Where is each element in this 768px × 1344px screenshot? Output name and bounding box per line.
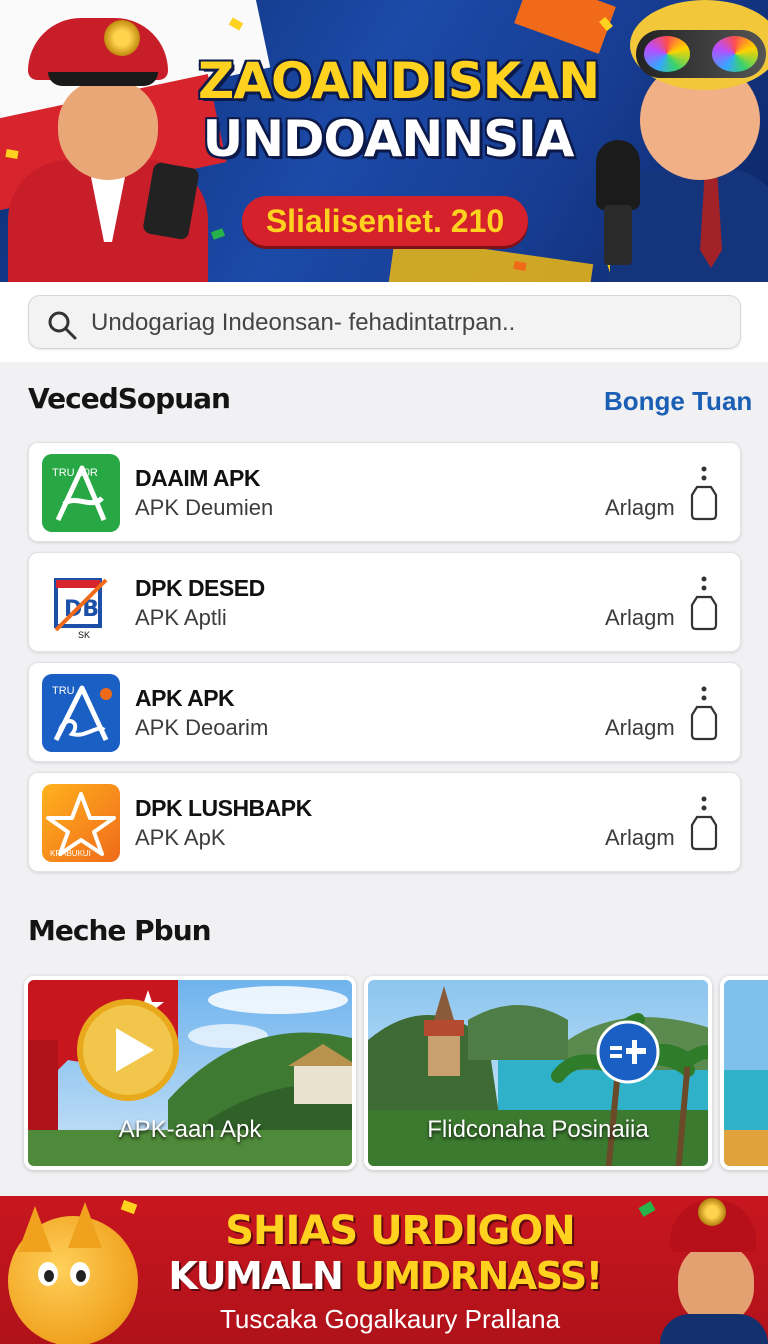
fox-mascot xyxy=(8,1202,138,1344)
app-action-label[interactable]: Arlagm xyxy=(605,825,675,851)
sign-icon[interactable] xyxy=(596,1020,660,1084)
hat-badge-icon xyxy=(698,1198,726,1226)
app-subtitle: APK ApK xyxy=(135,825,226,850)
app-action-label[interactable]: Arlagm xyxy=(605,495,675,521)
presenter-character xyxy=(590,0,768,282)
media-card[interactable] xyxy=(720,976,768,1170)
confetti xyxy=(210,228,226,240)
download-icon[interactable] xyxy=(689,685,719,741)
hero-banner[interactable]: ZAOANDISKAN UNDOANNSIA Slialiseniet. 210 xyxy=(0,0,768,282)
svg-text:TRU: TRU xyxy=(52,685,75,697)
download-icon[interactable] xyxy=(689,795,719,851)
promo-subheadline-part2: UMDRNASS! xyxy=(354,1254,603,1298)
green-a-app-icon: TRU 20R xyxy=(42,454,120,532)
list-item[interactable]: DB SK DPK DESED APK Aptli Arlagm xyxy=(28,552,741,652)
app-name: APK APK xyxy=(135,685,235,711)
media-caption: Flidconaha Posinaiia xyxy=(427,1116,649,1143)
media-card[interactable]: APK-aan Apk xyxy=(24,976,356,1170)
svg-text:KRABUKUI: KRABUKUI xyxy=(50,849,91,858)
cap-badge-icon xyxy=(104,20,140,56)
media-thumbnail xyxy=(724,980,768,1166)
app-name: DAAIM APK xyxy=(135,465,260,491)
promo-headline: SHIAS URDIGON xyxy=(225,1208,576,1254)
svg-text:SK: SK xyxy=(78,630,90,640)
app-subtitle: APK Aptli xyxy=(135,605,227,630)
list-item[interactable]: KRABUKUI DPK LUSHBAPK APK ApK Arlagm xyxy=(28,772,741,872)
play-icon[interactable] xyxy=(76,998,180,1102)
see-all-link[interactable]: Bonge Tuan xyxy=(604,386,752,417)
media-card[interactable]: Flidconaha Posinaiia xyxy=(364,976,712,1170)
app-action-label[interactable]: Arlagm xyxy=(605,715,675,741)
media-section-title: Meche Pbun xyxy=(28,914,212,947)
officer-character xyxy=(8,10,208,282)
star-app-icon: KRABUKUI xyxy=(42,784,120,862)
search-input[interactable] xyxy=(91,304,721,342)
media-caption: APK-aan Apk xyxy=(118,1116,262,1143)
db-app-icon: DB SK xyxy=(42,564,120,642)
app-name: DPK DESED xyxy=(135,575,265,601)
search-icon[interactable] xyxy=(47,310,77,340)
app-name: DPK LUSHBAPK xyxy=(135,795,312,821)
download-icon[interactable] xyxy=(689,575,719,631)
app-subtitle: APK Deoarim xyxy=(135,715,269,740)
list-item[interactable]: TRU APK APK APK Deoarim Arlagm xyxy=(28,662,741,762)
promo-subheadline: KUMALN UMDRNASS! xyxy=(130,1254,640,1298)
confetti xyxy=(638,1201,656,1217)
promo-tagline: Tuscaka Gogalkaury Prallana xyxy=(219,1304,561,1334)
promo-subheadline-part1: KUMALN xyxy=(168,1254,343,1298)
apps-section-title: VecedSopuan xyxy=(28,382,231,415)
goggles-icon xyxy=(636,30,766,78)
hero-title: ZAOANDISKAN UNDOANNSIA xyxy=(198,52,600,168)
list-item[interactable]: TRU 20R DAAIM APK APK Deumien Arlagm xyxy=(28,442,741,542)
app-action-label[interactable]: Arlagm xyxy=(605,605,675,631)
svg-text:TRU 20R: TRU 20R xyxy=(52,467,98,479)
hero-title-line-2: UNDOANNSIA xyxy=(202,110,575,168)
confetti xyxy=(120,1199,138,1215)
download-icon[interactable] xyxy=(689,465,719,521)
app-subtitle: APK Deumien xyxy=(135,495,274,520)
search-bar-container xyxy=(0,282,768,362)
guard-character xyxy=(660,1196,768,1344)
search-box[interactable] xyxy=(28,295,741,349)
microphone-icon xyxy=(596,140,640,210)
hero-badge[interactable]: Slialiseniet. 210 xyxy=(242,196,528,246)
blue-a-app-icon: TRU xyxy=(42,674,120,752)
promo-banner[interactable]: SHIAS URDIGON KUMALN UMDRNASS! Tuscaka G… xyxy=(0,1196,768,1344)
hero-title-line-1: ZAOANDISKAN xyxy=(198,52,600,110)
